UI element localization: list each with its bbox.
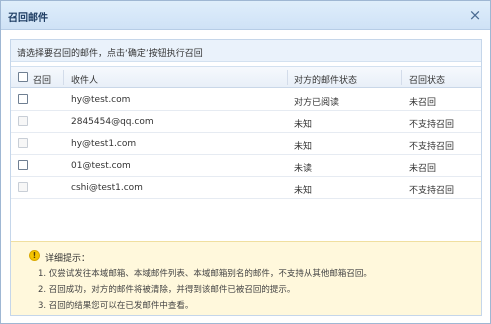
header-their-status: 对方的邮件状态 — [294, 76, 358, 86]
recall-status-cell: 不支持召回 — [409, 186, 455, 196]
header-recipient: 收件人 — [71, 76, 99, 86]
exclamation-icon: ! — [29, 250, 40, 261]
table-header: 召回 收件人 对方的邮件状态 召回状态 — [11, 66, 481, 88]
column-divider — [63, 70, 64, 85]
instruction-text: 请选择要召回的邮件，点击‘确定’按钮执行召回 — [17, 49, 203, 59]
tips-title: 详细提示： — [45, 254, 91, 264]
close-icon[interactable]: × — [466, 6, 484, 24]
dialog-titlebar: 召回邮件 × — [1, 1, 490, 30]
row-checkbox[interactable] — [18, 160, 28, 170]
column-divider — [287, 70, 288, 85]
instruction-bar: 请选择要召回的邮件，点击‘确定’按钮执行召回 — [11, 40, 481, 62]
table-row[interactable]: hy@test.com 对方已阅读 未召回 — [11, 89, 481, 111]
select-all-checkbox[interactable] — [18, 72, 28, 82]
column-divider — [401, 70, 402, 85]
recall-status-cell: 不支持召回 — [409, 142, 455, 152]
dialog-title: 召回邮件 — [8, 13, 48, 24]
recall-status-cell: 未召回 — [409, 98, 437, 108]
recall-status-cell: 不支持召回 — [409, 120, 455, 130]
dialog-body: 请选择要召回的邮件，点击‘确定’按钮执行召回 召回 收件人 对方的邮件状态 召回… — [10, 39, 482, 316]
recipient-cell: hy@test1.com — [71, 139, 137, 149]
table-row: 2845454@qq.com 未知 不支持召回 — [11, 111, 481, 133]
tips-line: 3. 召回的结果您可以在已发邮件中查看。 — [38, 301, 194, 311]
recipient-cell: hy@test.com — [71, 95, 131, 105]
recipient-cell: 2845454@qq.com — [71, 117, 154, 127]
recall-status-cell: 未召回 — [409, 164, 437, 174]
tips-panel: ! 详细提示： 1. 仅尝试发往本域邮箱、本域邮件列表、本域邮箱别名的邮件，不支… — [11, 241, 481, 315]
row-checkbox[interactable] — [18, 94, 28, 104]
recall-mail-dialog: 召回邮件 × 请选择要召回的邮件，点击‘确定’按钮执行召回 召回 收件人 对方的… — [0, 0, 491, 324]
header-recall-status: 召回状态 — [409, 76, 446, 86]
tips-line: 2. 召回成功，对方的邮件将被清除，并得到该邮件已被召回的提示。 — [38, 285, 296, 295]
their-status-cell: 对方已阅读 — [294, 98, 340, 108]
header-select: 召回 — [33, 76, 52, 86]
table-row: hy@test1.com 未知 不支持召回 — [11, 133, 481, 155]
row-checkbox-disabled — [18, 182, 28, 192]
row-checkbox-disabled — [18, 138, 28, 148]
tips-line: 1. 仅尝试发往本域邮箱、本域邮件列表、本域邮箱别名的邮件，不支持从其他邮箱召回… — [38, 269, 372, 279]
row-checkbox-disabled — [18, 116, 28, 126]
table-row[interactable]: 01@test.com 未读 未召回 — [11, 155, 481, 177]
their-status-cell: 未知 — [294, 120, 313, 130]
their-status-cell: 未知 — [294, 186, 313, 196]
their-status-cell: 未知 — [294, 142, 313, 152]
recipient-cell: 01@test.com — [71, 161, 131, 171]
table-row: cshi@test1.com 未知 不支持召回 — [11, 177, 481, 199]
recipient-cell: cshi@test1.com — [71, 183, 143, 193]
their-status-cell: 未读 — [294, 164, 313, 174]
